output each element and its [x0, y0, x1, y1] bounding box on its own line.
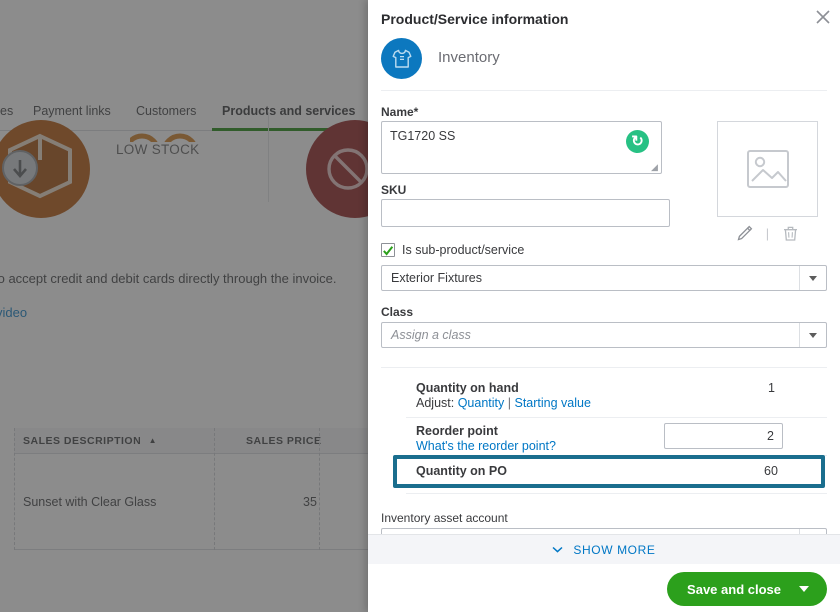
- image-placeholder-icon: [746, 150, 789, 188]
- tshirt-icon: [392, 49, 411, 68]
- show-more-row: SHOW MORE: [552, 543, 655, 557]
- quantity-on-hand-value: 1: [768, 381, 775, 395]
- reorder-point-label: Reorder point: [416, 424, 498, 438]
- parent-product-select[interactable]: Exterior Fixtures: [381, 265, 827, 291]
- panel-divider-quantities: [381, 367, 827, 368]
- image-action-separator: |: [765, 225, 770, 241]
- reorder-point-input[interactable]: [664, 423, 783, 449]
- adjust-row: Adjust: Quantity | Starting value: [416, 396, 591, 410]
- class-value: Assign a class: [391, 328, 471, 342]
- class-field-label: Class: [381, 305, 414, 319]
- chevron-down-icon: [809, 332, 817, 338]
- product-type-row: Inventory: [381, 38, 827, 83]
- quantity-on-hand-label: Quantity on hand: [416, 381, 519, 395]
- panel-divider-top: [381, 90, 827, 91]
- show-more-label: SHOW MORE: [573, 542, 656, 557]
- app-screen: es Payment links Customers Products and …: [0, 0, 840, 612]
- modal-overlay-dim[interactable]: [0, 0, 368, 612]
- panel-footer: Save and close: [368, 564, 840, 612]
- quantity-divider-1: [406, 417, 827, 418]
- sku-field-label: SKU: [381, 183, 407, 197]
- adjust-quantity-link[interactable]: Quantity: [458, 396, 505, 410]
- reorder-point-help-link-text: What's the reorder point?: [416, 439, 556, 453]
- adjust-separator: |: [507, 396, 511, 410]
- quantity-divider-2: [406, 455, 827, 456]
- close-icon[interactable]: [812, 6, 834, 28]
- product-type-label: Inventory: [438, 49, 500, 66]
- sku-input[interactable]: [381, 199, 670, 227]
- show-more-button[interactable]: SHOW MORE: [368, 534, 840, 564]
- product-image-placeholder[interactable]: [717, 121, 818, 217]
- save-and-close-label: Save and close: [687, 581, 781, 597]
- product-type-badge: [381, 38, 422, 79]
- name-input[interactable]: [381, 121, 662, 174]
- quantity-on-po-label: Quantity on PO: [416, 464, 507, 478]
- pencil-icon[interactable]: [736, 225, 753, 242]
- is-sub-product-row: Is sub-product/service: [381, 243, 524, 257]
- chevron-down-icon: [809, 275, 817, 281]
- parent-product-value: Exterior Fixtures: [391, 271, 482, 285]
- class-select[interactable]: Assign a class: [381, 322, 827, 348]
- chevron-down-icon: [552, 542, 563, 556]
- inventory-asset-account-label: Inventory asset account: [381, 511, 508, 525]
- quantity-divider-3: [406, 493, 827, 494]
- name-field-label: Name*: [381, 105, 419, 119]
- class-chevron[interactable]: [799, 323, 826, 347]
- product-service-information-panel: Product/Service information Inventory Na…: [368, 0, 840, 612]
- is-sub-product-checkbox[interactable]: [381, 243, 395, 257]
- is-sub-product-label: Is sub-product/service: [402, 243, 525, 257]
- regenerate-name-glyph: ↻: [631, 133, 644, 150]
- page-title: Product/Service information: [381, 11, 569, 27]
- caret-down-icon[interactable]: [799, 586, 809, 592]
- quantity-on-po-value: 60: [764, 464, 778, 478]
- trash-icon[interactable]: [782, 225, 799, 242]
- adjust-prefix: Adjust:: [416, 396, 455, 410]
- image-action-bar: |: [717, 222, 818, 244]
- parent-product-chevron[interactable]: [799, 266, 826, 290]
- reorder-point-help-link[interactable]: What's the reorder point?: [416, 439, 556, 453]
- save-and-close-button[interactable]: Save and close: [667, 572, 827, 606]
- regenerate-name-icon[interactable]: ↻: [626, 130, 649, 153]
- checkmark-icon: [383, 245, 394, 256]
- adjust-starting-value-link[interactable]: Starting value: [514, 396, 590, 410]
